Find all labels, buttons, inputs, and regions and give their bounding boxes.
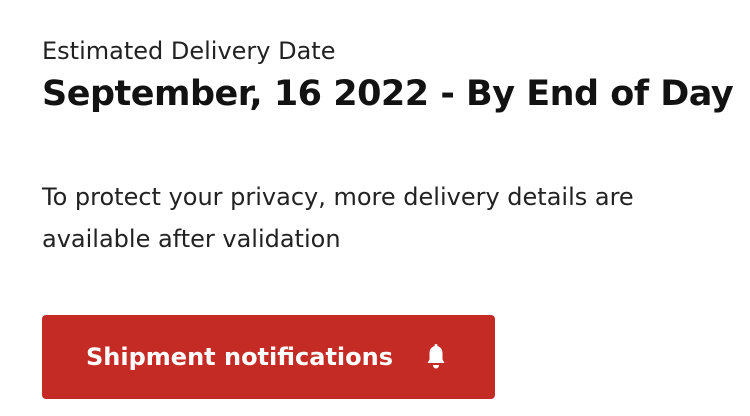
estimated-delivery-date: September, 16 2022 - By End of Day <box>42 74 734 114</box>
bell-icon <box>427 344 445 369</box>
shipment-notifications-button[interactable]: Shipment notifications <box>42 315 495 399</box>
delivery-info: Estimated Delivery Date September, 16 20… <box>42 34 734 253</box>
estimated-delivery-label: Estimated Delivery Date <box>42 37 336 65</box>
shipment-notifications-label: Shipment notifications <box>86 343 394 371</box>
privacy-note: To protect your privacy, more delivery d… <box>42 183 634 253</box>
